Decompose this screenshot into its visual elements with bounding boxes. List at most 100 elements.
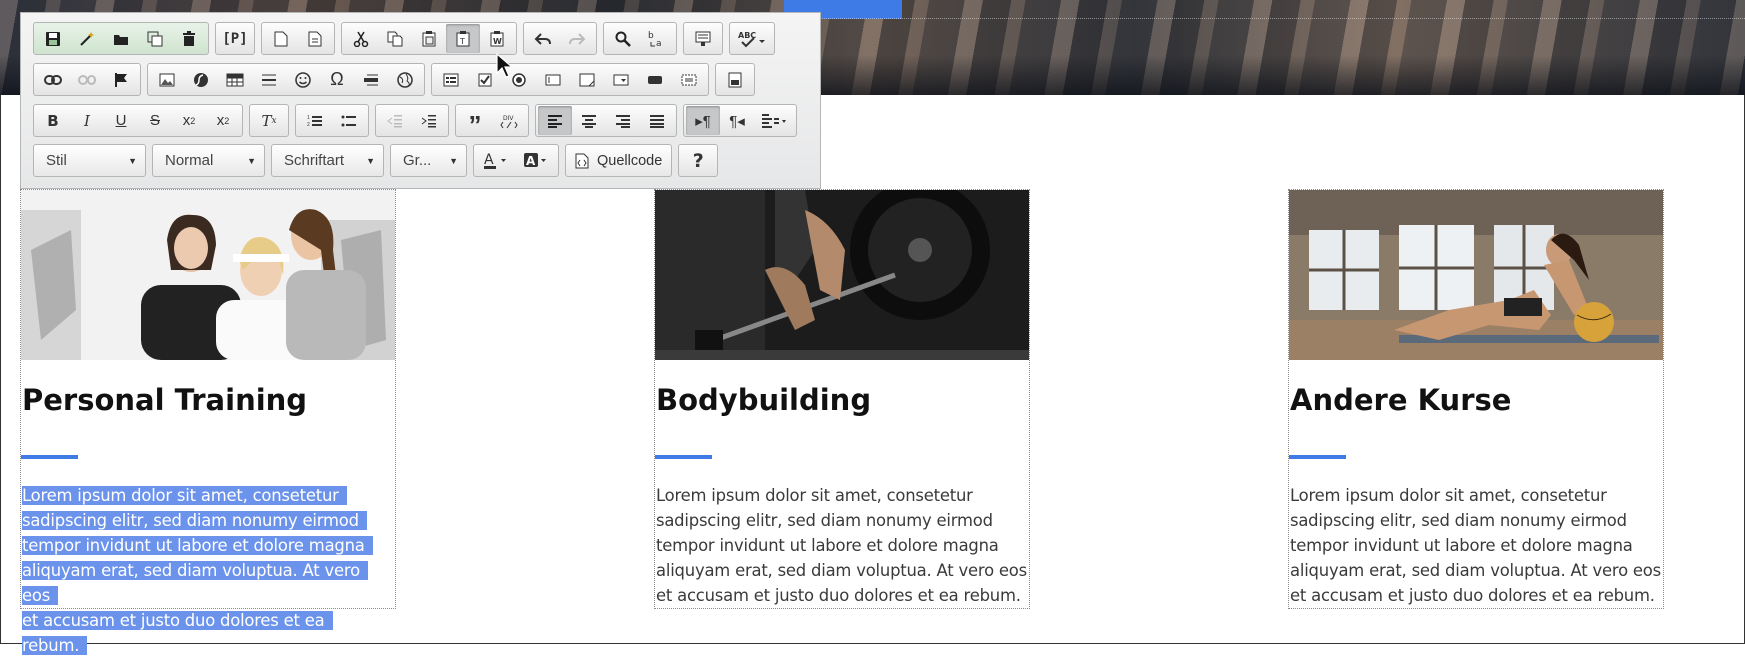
svg-text:T: T [459, 37, 465, 46]
textarea-icon[interactable] [570, 65, 604, 94]
background-color-icon[interactable]: A [516, 146, 556, 175]
svg-text:a: a [656, 39, 662, 48]
align-center-icon[interactable] [572, 106, 606, 135]
italic-icon[interactable]: I [70, 106, 104, 135]
format-dropdown[interactable]: Normal ▼ [152, 144, 265, 177]
find-icon[interactable] [606, 24, 640, 53]
link-icon[interactable] [36, 65, 70, 94]
open-folder-icon[interactable] [104, 24, 138, 53]
list-group: 12 [295, 104, 369, 137]
blockquote-icon[interactable]: ” [458, 106, 492, 140]
replace-icon[interactable]: ba [640, 24, 674, 53]
insert-group: Ω [147, 63, 425, 96]
image-icon[interactable] [150, 65, 184, 94]
mouse-cursor-icon [496, 53, 514, 78]
select-group [683, 22, 723, 55]
div-container-icon[interactable]: DIV [492, 106, 526, 135]
form-group [431, 63, 709, 96]
help-button[interactable]: ? [681, 146, 715, 175]
title-accent-bar [1289, 455, 1346, 459]
subscript-icon[interactable]: x2 [172, 106, 206, 135]
source-code-button[interactable]: Quellcode [565, 144, 673, 177]
trash-icon[interactable] [172, 24, 206, 53]
bold-icon[interactable]: B [36, 106, 70, 135]
button-field-icon[interactable] [638, 65, 672, 94]
card-title: Personal Training [22, 383, 308, 417]
paste-word-icon[interactable]: W [480, 24, 514, 53]
unlink-icon[interactable] [70, 65, 104, 94]
card-title: Andere Kurse [1290, 383, 1512, 417]
personal-training-photo [21, 190, 395, 360]
font-dropdown[interactable]: Schriftart ▼ [271, 144, 384, 177]
magic-wand-icon[interactable] [70, 24, 104, 53]
paste-text-icon[interactable]: T [446, 24, 480, 53]
page-break-icon[interactable] [354, 65, 388, 94]
chevron-down-icon: ▼ [247, 155, 256, 166]
align-group [535, 104, 677, 137]
chevron-down-icon: ▼ [128, 155, 137, 166]
select-all-icon[interactable] [686, 24, 720, 53]
smiley-icon[interactable] [286, 65, 320, 94]
omega-icon[interactable]: Ω [320, 65, 354, 94]
card-text-selected[interactable]: Lorem ipsum dolor sit amet, consetetur sa… [22, 483, 394, 658]
align-right-icon[interactable] [606, 106, 640, 135]
color-group: A A [473, 144, 559, 177]
document-group [33, 22, 209, 55]
selected-text-line: aliquyam erat, sed diam voluptua. At ver… [22, 561, 368, 605]
font-dropdown-label: Schriftart [284, 152, 345, 169]
undo-group [523, 22, 597, 55]
indent-icon[interactable] [412, 106, 446, 135]
selected-text-line: Lorem ipsum dolor sit amet, consetetur [22, 486, 347, 505]
toolbar-row-3: B I U S x2 x2 Tx 12 ” DIV ▸¶ ¶◂ [33, 104, 797, 140]
hidden-field-icon[interactable] [672, 65, 706, 94]
align-justify-icon[interactable] [640, 106, 674, 135]
font-size-dropdown[interactable]: Gr... ▼ [390, 144, 467, 177]
hero-dotted-guide [800, 18, 1745, 19]
source-page-icon [575, 153, 589, 168]
underline-icon[interactable]: U [104, 106, 138, 135]
copy-pages-icon[interactable] [138, 24, 172, 53]
numbered-list-icon[interactable]: 12 [298, 106, 332, 135]
style-dropdown[interactable]: Stil ▼ [33, 144, 146, 177]
svg-text:b: b [648, 31, 654, 41]
card-text: Lorem ipsum dolor sit amet, consetetur s… [1290, 486, 1661, 605]
paragraph-p-icon[interactable]: [P] [218, 24, 252, 53]
textfield-icon[interactable] [536, 65, 570, 94]
table-icon[interactable] [218, 65, 252, 94]
card-personal-training: Personal Training Lorem ipsum dolor sit … [20, 189, 396, 655]
template-group: [P] [215, 22, 255, 55]
language-dropdown-icon[interactable] [754, 106, 794, 135]
new-page-icon[interactable] [264, 24, 298, 53]
text-direction-rtl-icon[interactable]: ¶◂ [720, 106, 754, 135]
undo-icon[interactable] [526, 24, 560, 53]
outdent-icon[interactable] [378, 106, 412, 135]
source-code-label: Quellcode [597, 152, 663, 169]
horizontal-rule-icon[interactable] [252, 65, 286, 94]
form-icon[interactable] [434, 65, 468, 94]
block-group: ” DIV [455, 104, 529, 140]
redo-icon[interactable] [560, 24, 594, 53]
save-icon[interactable] [36, 24, 70, 53]
paste-icon[interactable] [412, 24, 446, 53]
toolbar-row-2: Ω [33, 63, 755, 96]
flash-icon[interactable] [184, 65, 218, 94]
align-left-icon[interactable] [538, 106, 572, 135]
remove-format-icon[interactable]: Tx [252, 106, 286, 135]
find-group: ba [603, 22, 677, 55]
globe-icon[interactable] [388, 65, 422, 94]
superscript-icon[interactable]: x2 [206, 106, 240, 135]
text-color-icon[interactable]: A [476, 146, 516, 175]
bullet-list-icon[interactable] [332, 106, 366, 135]
select-field-icon[interactable] [604, 65, 638, 94]
copy-icon[interactable] [378, 24, 412, 53]
svg-text:W: W [493, 37, 502, 46]
text-direction-ltr-icon[interactable]: ▸¶ [686, 106, 720, 135]
iframe-icon[interactable] [718, 65, 752, 94]
direction-group: ▸¶ ¶◂ [683, 104, 797, 137]
cut-icon[interactable] [344, 24, 378, 53]
strikethrough-icon[interactable]: S [138, 106, 172, 135]
spellcheck-icon[interactable]: ABC [732, 24, 772, 53]
toolbar-row-4: Stil ▼ Normal ▼ Schriftart ▼ Gr... ▼ A A Que… [33, 144, 719, 177]
preview-page-icon[interactable] [298, 24, 332, 53]
anchor-flag-icon[interactable] [104, 65, 138, 94]
